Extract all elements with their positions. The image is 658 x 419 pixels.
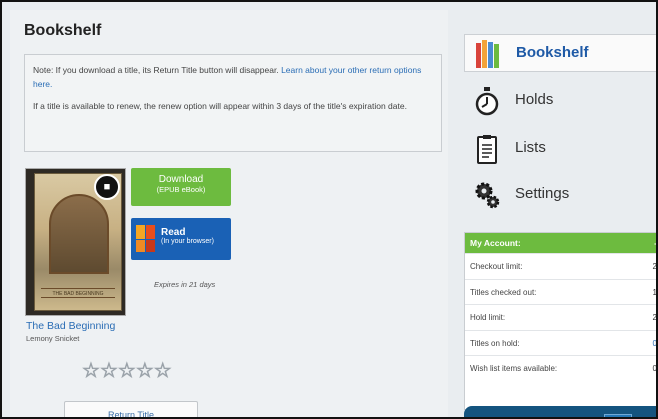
- book-author: Lemony Snicket: [26, 334, 80, 343]
- account-summary: My Account: - Checkout limit: 2 Titles c…: [464, 232, 657, 410]
- read-sublabel: (In your browser): [161, 238, 214, 245]
- download-format-label: (EPUB eBook): [156, 185, 206, 194]
- account-row-value: 2: [652, 313, 657, 322]
- nav-item-lists[interactable]: Lists: [464, 130, 656, 168]
- account-collapse-toggle[interactable]: -: [654, 233, 656, 253]
- download-label: Download: [158, 174, 204, 185]
- page-title: Bookshelf: [24, 22, 102, 39]
- titles-on-hold-link[interactable]: 0: [653, 331, 656, 356]
- bookshelf-panel: Bookshelf Note: If you download a title,…: [10, 10, 448, 417]
- return-title-button[interactable]: Return Title: [64, 401, 198, 417]
- account-row-label: Wish list items available:: [470, 364, 558, 373]
- account-row-wish-list-available: Wish list items available: 0: [465, 355, 657, 381]
- account-row-value: 1: [652, 287, 657, 297]
- account-row-label: Hold limit:: [470, 313, 506, 322]
- read-label: Read: [161, 227, 186, 238]
- account-row-checkout-limit: Checkout limit: 2: [465, 253, 657, 279]
- star-rating[interactable]: ☆☆☆☆☆: [82, 358, 172, 383]
- nav-item-holds[interactable]: Holds: [464, 82, 656, 120]
- nav-item-bookshelf[interactable]: Bookshelf: [464, 34, 656, 72]
- gears-icon: [475, 182, 500, 209]
- account-row-value: 0: [652, 364, 657, 373]
- stopwatch-icon: [475, 87, 499, 116]
- nav-label-settings: Settings: [515, 185, 570, 202]
- app-frame: Bookshelf Note: If you download a title,…: [0, 0, 658, 419]
- account-header: My Account: -: [465, 233, 656, 253]
- cover-banner-text: THE BAD BEGINNING: [41, 288, 115, 298]
- info-note: Note: If you download a title, its Retur…: [24, 54, 442, 152]
- rating-star-3[interactable]: ☆: [117, 360, 136, 383]
- rating-star-1[interactable]: ☆: [82, 360, 101, 383]
- note-renew-info: If a title is available to renew, the re…: [33, 101, 407, 111]
- account-row-value: 2: [652, 262, 657, 271]
- rating-star-4[interactable]: ☆: [135, 360, 154, 383]
- rating-star-2[interactable]: ☆: [100, 360, 119, 383]
- footer-action-button[interactable]: [464, 406, 656, 417]
- download-button[interactable]: Download (EPUB eBook): [131, 168, 231, 206]
- account-row-label: Titles checked out:: [470, 287, 537, 297]
- book-title-link[interactable]: The Bad Beginning: [26, 320, 115, 332]
- nav-label-lists: Lists: [515, 139, 546, 156]
- rating-star-5[interactable]: ☆: [153, 360, 172, 383]
- clipboard-icon: [477, 135, 497, 164]
- read-button-text: Read (In your browser): [161, 227, 214, 245]
- nav-item-settings[interactable]: Settings: [464, 176, 656, 214]
- nav-label-bookshelf: Bookshelf: [516, 44, 589, 61]
- reader-logo-icon: [136, 225, 156, 253]
- footer-button-icon: [604, 414, 632, 417]
- read-in-browser-button[interactable]: Read (In your browser): [131, 218, 231, 260]
- expiration-text: Expires in 21 days: [154, 280, 216, 289]
- book-open-icon: ■: [94, 174, 120, 200]
- account-row-label: Titles on hold:: [470, 338, 520, 348]
- account-row-titles-checked-out: Titles checked out: 1: [465, 278, 657, 305]
- note-return-text: Note: If you download a title, its Retur…: [33, 65, 282, 75]
- account-row-label: Checkout limit:: [470, 262, 523, 271]
- account-row-hold-limit: Hold limit: 2: [465, 304, 657, 330]
- cover-illustration: [49, 194, 109, 274]
- nav-label-holds: Holds: [515, 91, 554, 108]
- books-icon: [476, 40, 499, 68]
- account-row-titles-on-hold: Titles on hold: 0: [465, 329, 656, 356]
- note-return-info: Note: If you download a title, its Retur…: [33, 63, 433, 91]
- account-header-label: My Account:: [470, 238, 521, 248]
